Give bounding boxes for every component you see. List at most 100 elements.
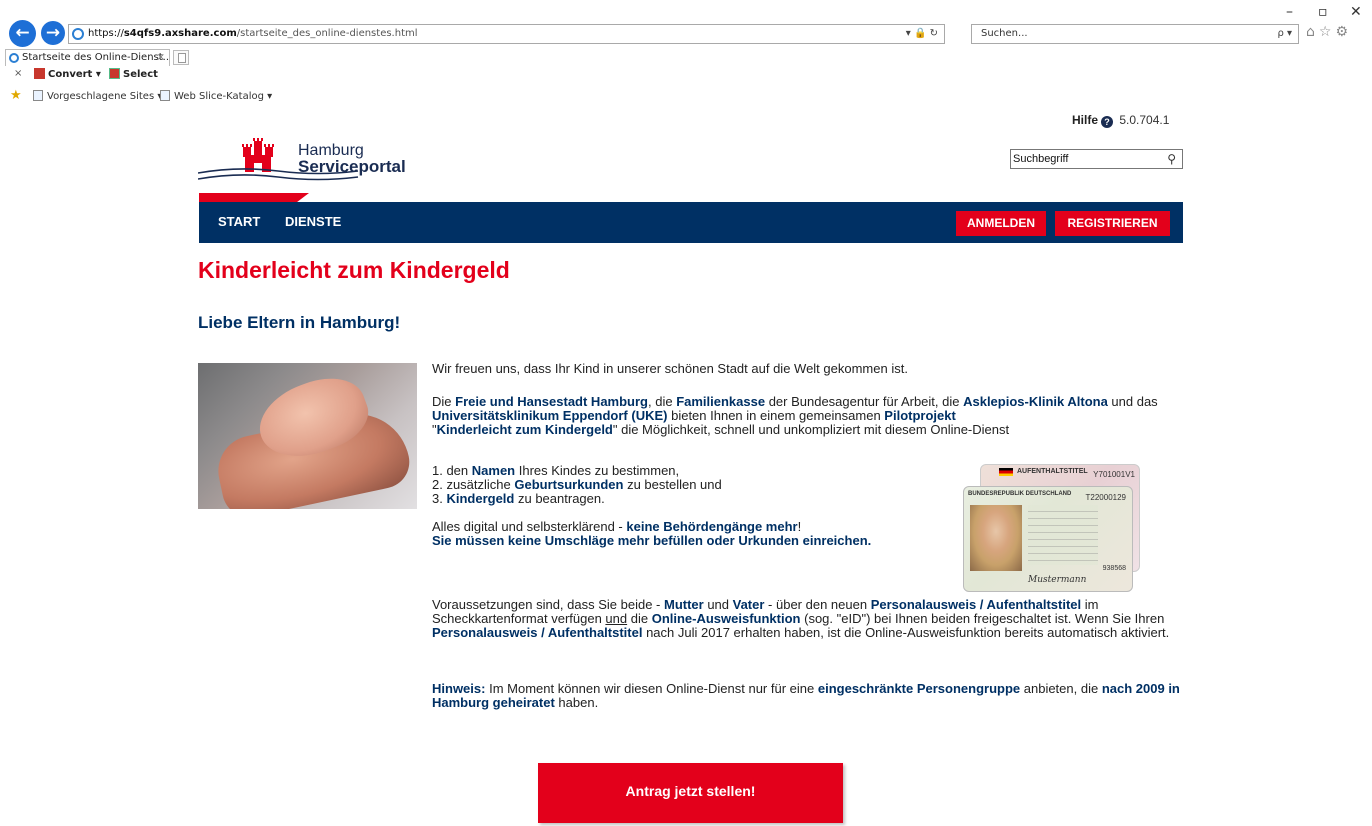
card-back-number: Y701001V1 [1093, 470, 1135, 479]
text-bold: Kinderleicht zum Kindergeld [436, 422, 613, 437]
signature: Mustermann [1028, 575, 1087, 585]
text-bold: Online-Ausweisfunktion [651, 611, 801, 626]
fav-suggested-sites[interactable]: Vorgeschlagene Sites ▾ [33, 90, 162, 102]
text: der Bundesagentur für Arbeit, die [765, 394, 964, 409]
arrow-left-icon: ← [15, 23, 30, 43]
text: 1. den [432, 463, 472, 478]
site-search-value: Suchbegriff [1013, 153, 1069, 165]
help-question-icon: ? [1101, 116, 1114, 128]
ie-doc-icon [160, 90, 170, 101]
text: und das [1107, 394, 1158, 409]
toolbar-close-icon[interactable]: × [14, 68, 22, 79]
card-back-title: AUFENTHALTSTITEL [1017, 468, 1088, 475]
forward-button[interactable]: → [41, 21, 65, 45]
tab-row: Startseite des Online-Dienst... × [0, 49, 1372, 66]
text-bold: Freie und Hansestadt Hamburg [455, 394, 648, 409]
new-tab-button[interactable] [173, 50, 189, 65]
help-link[interactable]: Hilfe? 5.0.704.1 [1072, 113, 1169, 128]
requirements-paragraph: Voraussetzungen sind, dass Sie beide - M… [432, 598, 1187, 640]
text-bold: Asklepios-Klinik Altona [963, 394, 1108, 409]
address-bar[interactable]: https://s4qfs9.axshare.com/startseite_de… [68, 24, 945, 44]
text: haben. [554, 695, 599, 710]
text: 2. zusätzliche [432, 477, 515, 492]
url-prefix: https:// [88, 28, 124, 39]
text: " die Möglichkeit, schnell und unkompliz… [612, 422, 1010, 437]
text: ! [797, 519, 802, 534]
text-bold: Sie müssen keine Umschläge mehr befüllen… [432, 533, 872, 548]
search-icon[interactable]: ⚲ [1167, 150, 1176, 168]
fav-web-slice[interactable]: Web Slice-Katalog ▾ [160, 90, 272, 102]
text: Alles digital und selbsterklärend - [432, 519, 627, 534]
text-bold: Universitätsklinikum Eppendorf (UKE) [432, 408, 668, 423]
browser-chrome: – ▫ ✕ ← → https://s4qfs9.axshare.com/sta… [0, 0, 1372, 108]
logo-wordmark[interactable]: Hamburg Serviceportal [298, 143, 406, 176]
id-text-lines [1028, 505, 1098, 565]
nav-dienste[interactable]: DIENSTE [285, 214, 341, 229]
back-button[interactable]: ← [9, 20, 36, 47]
url-path: /startseite_des_online-dienstes.html [236, 28, 418, 39]
search-icon[interactable]: ρ ▾ [1277, 25, 1292, 43]
command-bar: × Convert ▾ Select [0, 68, 1372, 84]
id-card-front: BUNDESREPUBLIK DEUTSCHLAND T22000129 938… [963, 486, 1133, 592]
text-bold: Geburtsurkunden [514, 477, 624, 492]
version-number: 5.0.704.1 [1119, 113, 1170, 127]
text: bieten Ihnen in einem gemeinsamen [667, 408, 885, 423]
intro-text: Wir freuen uns, dass Ihr Kind in unserer… [432, 361, 908, 376]
browser-search-input[interactable]: Suchen... ρ ▾ [971, 24, 1299, 44]
text-bold: Kindergeld [446, 491, 515, 506]
pdf-select-icon [109, 68, 120, 79]
text-bold: Mutter [663, 597, 704, 612]
text: Die [432, 394, 456, 409]
select-label: Select [123, 69, 158, 80]
text: nach Juli 2017 erhalten haben, ist die O… [642, 625, 1170, 640]
text: die [627, 611, 652, 626]
text-bold: Namen [471, 463, 516, 478]
card-front-title: BUNDESREPUBLIK DEUTSCHLAND [968, 491, 1072, 497]
card-front-can: 938568 [1102, 565, 1126, 572]
text: Ihres Kindes zu bestimmen, [515, 463, 680, 478]
text-bold: Pilotprojekt [884, 408, 956, 423]
text-bold: Personalausweis / Aufenthaltstitel [870, 597, 1082, 612]
tab-startseite[interactable]: Startseite des Online-Dienst... × [5, 49, 170, 66]
url-host: s4qfs9.axshare.com [123, 28, 237, 39]
text-bold: eingeschränkte Personengruppe [817, 681, 1021, 696]
registrieren-button[interactable]: REGISTRIEREN [1055, 211, 1170, 236]
browser-search-placeholder: Suchen... [981, 28, 1028, 39]
favorites-bar: ★ Vorgeschlagene Sites ▾ Web Slice-Katal… [0, 88, 1372, 106]
digital-paragraph: Alles digital und selbsterklärend - kein… [432, 520, 952, 548]
text: Im Moment können wir diesen Online-Diens… [485, 681, 818, 696]
convert-button[interactable]: Convert ▾ [34, 68, 101, 80]
help-label: Hilfe [1072, 113, 1099, 127]
select-button[interactable]: Select [109, 68, 158, 80]
address-tools[interactable]: ▾ 🔒 ↻ [906, 25, 938, 43]
flag-icon [999, 468, 1013, 476]
navigation-row: ← → https://s4qfs9.axshare.com/startseit… [0, 18, 1372, 47]
text-bold: keine Behördengänge mehr [626, 519, 798, 534]
text: zu beantragen. [514, 491, 605, 506]
text-bold: Familienkasse [676, 394, 766, 409]
ie-doc-icon [33, 90, 43, 101]
nav-start[interactable]: START [218, 214, 260, 229]
pdf-convert-icon [34, 68, 45, 79]
text-bold: Hinweis: [432, 681, 486, 696]
fav-suggested-label: Vorgeschlagene Sites ▾ [47, 91, 163, 102]
browser-home-favorites-settings-icons[interactable]: ⌂☆⚙ [1306, 24, 1352, 40]
services-list: 1. den Namen Ihres Kindes zu bestimmen, … [432, 464, 952, 506]
text-bold: Vater [732, 597, 765, 612]
favorites-star-icon[interactable]: ★ [10, 88, 22, 103]
card-front-number: T22000129 [1085, 493, 1126, 502]
arrow-right-icon: → [45, 23, 61, 43]
text: - über den neuen [764, 597, 871, 612]
ie-tab-icon [9, 53, 19, 63]
site-search-input[interactable]: Suchbegriff ⚲ [1010, 149, 1183, 169]
text: und [703, 597, 733, 612]
tab-title: Startseite des Online-Dienst... [22, 52, 170, 63]
main-navigation: START DIENSTE ANMELDEN REGISTRIEREN [199, 202, 1183, 243]
partners-paragraph: Die Freie und Hansestadt Hamburg, die Fa… [432, 395, 1187, 437]
tab-close-icon[interactable]: × [157, 50, 165, 66]
convert-label: Convert ▾ [48, 69, 101, 80]
anmelden-button[interactable]: ANMELDEN [956, 211, 1046, 236]
logo-line-serviceportal: Serviceportal [298, 157, 406, 176]
baby-hand-photo [198, 363, 417, 509]
submit-application-button[interactable]: Antrag jetzt stellen! [538, 763, 843, 823]
